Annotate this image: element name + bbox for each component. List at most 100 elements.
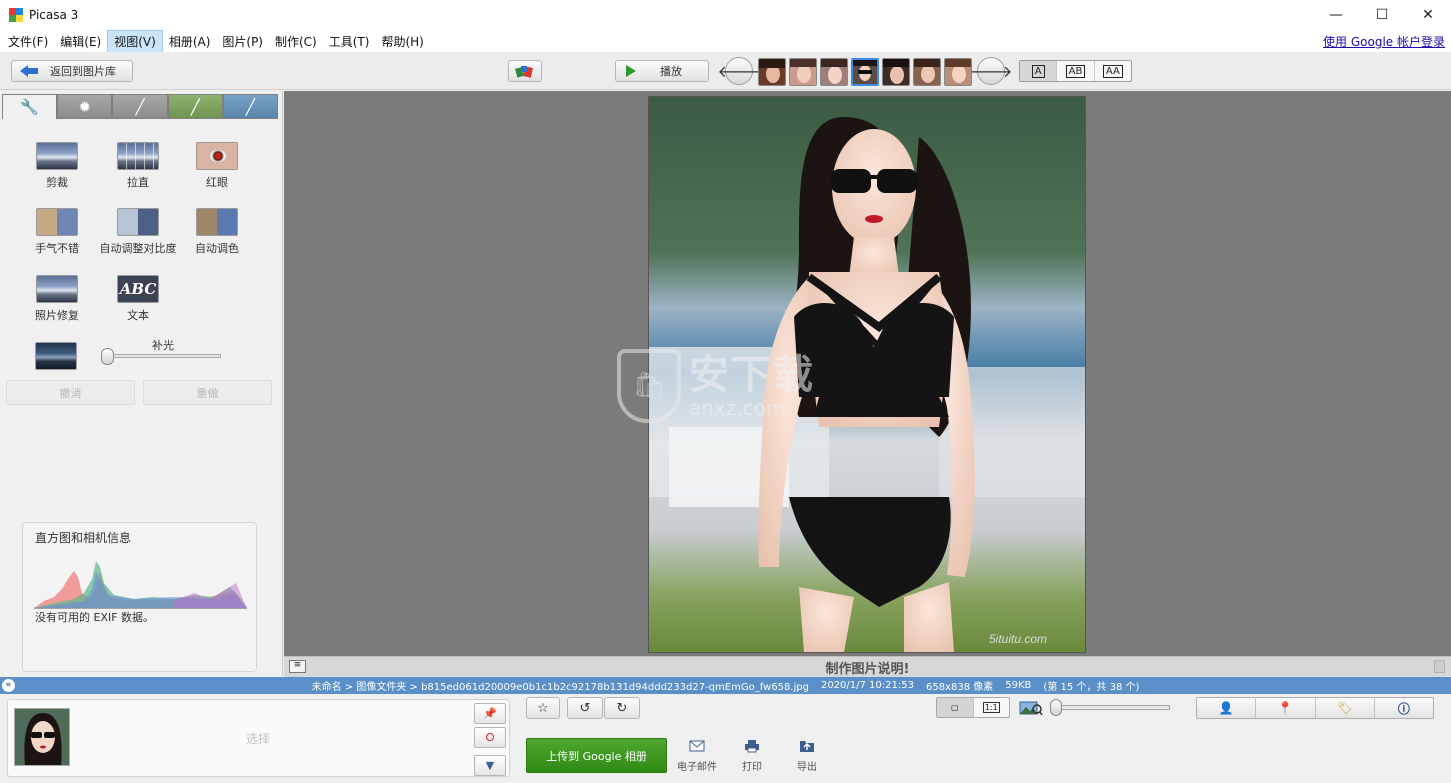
gift-button[interactable] xyxy=(508,60,542,82)
straighten-label: 拉直 xyxy=(127,176,149,189)
exif-note: 没有可用的 EXIF 数据。 xyxy=(35,611,155,624)
portrait-thumbnail-image xyxy=(945,59,971,85)
zoom-slider-track[interactable] xyxy=(1056,705,1170,710)
wrench-icon: 🔧 xyxy=(20,98,39,116)
next-photo-button[interactable]: 🡒 xyxy=(970,57,1012,85)
filmstrip-thumbnail[interactable] xyxy=(944,58,972,86)
close-button[interactable]: ✕ xyxy=(1405,0,1451,30)
rotate-left-icon: ↺ xyxy=(579,700,591,716)
menu-album[interactable]: 相册(A) xyxy=(163,31,217,52)
crop-tool[interactable]: 剪裁 xyxy=(14,142,100,190)
menu-bar: 文件(F) 编辑(E) 视图(V) 相册(A) 图片(P) 制作(C) 工具(T… xyxy=(0,29,1451,53)
collapse-panel-icon[interactable]: « xyxy=(2,679,15,692)
minimize-button[interactable]: — xyxy=(1313,0,1359,30)
slideshow-play-button[interactable]: 播放 xyxy=(615,60,709,82)
menu-tools[interactable]: 工具(T) xyxy=(323,31,376,52)
export-button[interactable]: 导出 xyxy=(782,738,832,773)
layout-label: A xyxy=(1031,64,1045,78)
retouch-tool[interactable]: 照片修复 xyxy=(14,275,100,323)
portrait-thumbnail-image xyxy=(790,59,816,85)
auto-contrast-label: 自动调整对比度 xyxy=(99,242,177,255)
file-dimensions: 658x838 像素 xyxy=(925,682,994,693)
text-abc-icon: ABC xyxy=(117,275,159,303)
zoom-slider-thumb[interactable] xyxy=(1050,699,1062,716)
tray-thumbnail[interactable] xyxy=(14,708,70,766)
single-view-option[interactable]: A xyxy=(1020,61,1058,81)
duplicate-view-option[interactable]: AA xyxy=(1095,61,1131,81)
menu-edit[interactable]: 编辑(E) xyxy=(54,31,107,52)
menu-help[interactable]: 帮助(H) xyxy=(375,31,429,52)
export-folder-icon xyxy=(800,741,814,752)
pin-icon: 📌 xyxy=(483,707,497,720)
info-icon: ⓘ xyxy=(1397,701,1410,716)
fill-light-label: 补光 xyxy=(152,339,174,352)
svg-text:5ituitu.com: 5ituitu.com xyxy=(989,632,1047,646)
maximize-button[interactable]: ☐ xyxy=(1359,0,1405,30)
undo-button[interactable]: 撤消 xyxy=(6,380,135,405)
im-feeling-lucky-tool[interactable]: 手气不错 xyxy=(14,208,100,256)
info-tab[interactable]: ⓘ xyxy=(1375,698,1433,718)
compare-view-option[interactable]: AB xyxy=(1057,61,1095,81)
filmstrip-thumbnail[interactable] xyxy=(913,58,941,86)
print-label: 打印 xyxy=(742,762,762,773)
menu-create[interactable]: 制作(C) xyxy=(269,31,323,52)
menu-picture[interactable]: 图片(P) xyxy=(216,31,269,52)
print-button[interactable]: 打印 xyxy=(727,738,777,773)
portrait-thumbnail-image xyxy=(883,59,909,85)
redo-button[interactable]: 重做 xyxy=(143,380,272,405)
email-button[interactable]: 电子邮件 xyxy=(672,738,722,773)
zoom-fit-option[interactable]: ▢ xyxy=(937,698,974,717)
menu-view[interactable]: 视图(V) xyxy=(107,29,163,53)
google-login-link[interactable]: 使用 Google 帐户登录 xyxy=(1323,33,1445,50)
portrait-thumbnail-image xyxy=(821,59,847,85)
filmstrip-thumbnail[interactable] xyxy=(882,58,910,86)
filmstrip-thumbnail-selected[interactable] xyxy=(851,58,879,86)
filmstrip-thumbnail[interactable] xyxy=(820,58,848,86)
location-pin-icon: 📍 xyxy=(1277,701,1293,715)
tags-tab[interactable]: 🏷 xyxy=(1316,698,1375,718)
redeye-tool[interactable]: 红眼 xyxy=(174,142,260,190)
histogram-title: 直方图和相机信息 xyxy=(35,531,132,545)
actual-size-label: 1:1 xyxy=(982,702,1000,713)
clear-tray-button[interactable]: ⭘ xyxy=(474,727,506,748)
rotate-left-button[interactable]: ↺ xyxy=(567,697,603,719)
tab-basic-fixes[interactable]: 🔧 xyxy=(2,94,58,119)
tab-tuning[interactable]: ✹ xyxy=(57,94,113,119)
clear-circle-icon: ⭘ xyxy=(485,730,495,744)
back-to-library-button[interactable]: 返回到图片库 xyxy=(11,60,133,82)
tab-effects[interactable]: ╱ xyxy=(112,94,168,119)
straighten-tool[interactable]: 拉直 xyxy=(95,142,181,190)
fill-light-slider-track[interactable] xyxy=(103,354,221,358)
auto-color-tool[interactable]: 自动调色 xyxy=(174,208,260,256)
file-path: 未命名 > 图像文件夹 > b815ed061d20009e0b1c1b2c92… xyxy=(311,682,809,693)
rotate-right-button[interactable]: ↻ xyxy=(604,697,640,719)
photo-viewer: 5ituitu.com xyxy=(284,91,1451,656)
play-icon xyxy=(626,65,636,77)
back-arrow-icon xyxy=(20,65,38,77)
tab-even-more-effects[interactable]: ╱ xyxy=(222,94,279,119)
portrait-thumbnail-image xyxy=(914,59,940,85)
menu-file[interactable]: 文件(F) xyxy=(2,31,54,52)
auto-contrast-tool[interactable]: 自动调整对比度 xyxy=(95,208,181,256)
fill-light-slider-thumb[interactable] xyxy=(101,348,114,365)
text-tool[interactable]: ABC 文本 xyxy=(95,275,181,323)
filmstrip-thumbnail[interactable] xyxy=(789,58,817,86)
add-to-album-button[interactable]: ▼ xyxy=(474,755,506,776)
caption-input[interactable]: 制作图片说明! xyxy=(284,658,1451,677)
star-button[interactable]: ☆ xyxy=(526,697,560,719)
tag-icon: 🏷 xyxy=(1337,701,1353,715)
tray-select-hint: 选择 xyxy=(246,732,271,746)
caption-bar: ≡ 制作图片说明! xyxy=(284,656,1451,677)
previous-photo-button[interactable]: 🡐 xyxy=(718,57,760,85)
auto-contrast-icon xyxy=(117,208,159,236)
tab-more-effects[interactable]: ╱ xyxy=(167,94,223,119)
hold-pin-button[interactable]: 📌 xyxy=(474,703,506,724)
upload-to-google-button[interactable]: 上传到 Google 相册 xyxy=(526,738,667,773)
trash-icon[interactable] xyxy=(1434,660,1445,673)
people-tab[interactable]: 👤 xyxy=(1197,698,1257,718)
zoom-actual-size-option[interactable]: 1:1 xyxy=(974,698,1010,717)
filmstrip-thumbnail[interactable] xyxy=(758,58,786,86)
brush-icon: ╱ xyxy=(135,97,145,116)
places-tab[interactable]: 📍 xyxy=(1256,698,1316,718)
retouch-icon xyxy=(36,275,78,303)
